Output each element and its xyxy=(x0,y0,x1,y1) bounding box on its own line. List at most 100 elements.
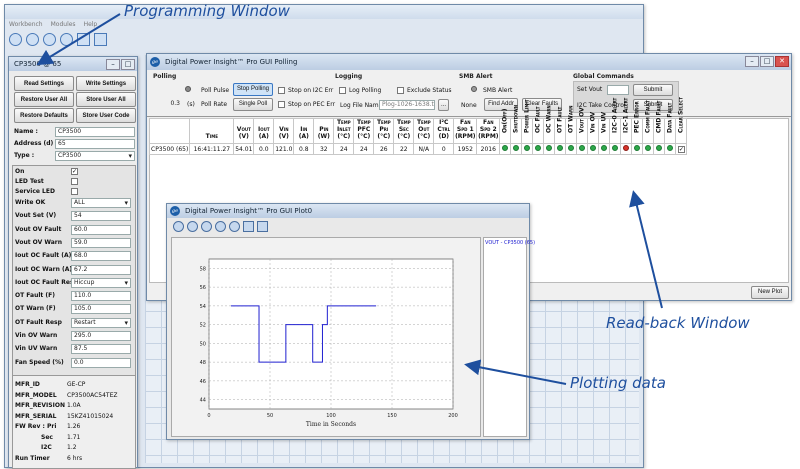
menu-help[interactable]: Help xyxy=(84,19,98,31)
field-11-input[interactable]: 87.5 xyxy=(71,344,131,355)
column-header-text: I²C xyxy=(439,119,449,126)
column-header: Iin (A) xyxy=(293,118,315,144)
maximize-button[interactable]: □ xyxy=(121,59,135,70)
clear-select-checkbox[interactable]: ✓ xyxy=(677,145,685,153)
field-4-input[interactable]: 68.0 xyxy=(71,251,131,262)
column-header-text: Fan xyxy=(460,119,471,126)
type-select[interactable]: CP3500 xyxy=(55,151,135,161)
status-column-text: Data Fault xyxy=(666,102,674,133)
status-column-text: I2C-1 Alert xyxy=(622,97,630,133)
mfr-value: 1.0A xyxy=(67,402,81,409)
plot-area xyxy=(208,258,454,410)
status-column-header: OC Warn xyxy=(543,105,556,144)
write-settings-button[interactable]: Write Settings xyxy=(76,76,136,91)
field-6-input[interactable]: Hiccup xyxy=(71,277,131,288)
workbench-titlebar xyxy=(5,5,643,19)
set-vout-field[interactable] xyxy=(607,85,629,95)
save-icon[interactable] xyxy=(257,221,268,232)
restore-defaults-button[interactable]: Restore Defaults xyxy=(14,108,74,123)
field-1-input[interactable]: 54 xyxy=(71,211,131,222)
column-header-text: (V) xyxy=(238,133,249,140)
restore-user-all-button[interactable]: Restore User All xyxy=(14,92,74,107)
column-header-text: Vin xyxy=(279,126,289,133)
column-header-text: Temp xyxy=(396,119,411,126)
poll-pulse-label: Poll Pulse xyxy=(201,87,230,94)
exclude-status-checkbox[interactable] xyxy=(397,87,404,94)
toolbar-settings-icon[interactable] xyxy=(60,33,73,46)
poll-interval-field[interactable]: 0.3 xyxy=(167,100,181,110)
store-user-all-button[interactable]: Store User All xyxy=(76,92,136,107)
readback-table: Time Vout (V) Iout (A) Vin (V) Iin (A) Pin (W) Temp… xyxy=(148,97,688,155)
plot-titlebar[interactable]: ge Digital Power Insight™ Pro GUI Plot0 xyxy=(167,204,529,218)
submit-vout-button[interactable]: Submit xyxy=(633,84,673,96)
field-7-input[interactable]: 110.0 xyxy=(71,291,131,302)
check-0-checkbox[interactable]: ✓ xyxy=(71,168,78,175)
x-axis-label: Time in Seconds xyxy=(306,421,356,428)
stop-polling-button[interactable]: Stop Polling xyxy=(233,83,273,96)
polling-close-button[interactable]: ✕ xyxy=(775,56,789,67)
home-icon[interactable] xyxy=(173,221,184,232)
smb-alert-label: SMB Alert xyxy=(483,87,513,94)
address-field[interactable]: 65 xyxy=(55,139,135,149)
polling-titlebar[interactable]: ge Digital Power Insight™ Pro GUI Polling… xyxy=(147,54,791,70)
status-column-text: OC Fault xyxy=(534,106,542,133)
menu-workbench[interactable]: Workbench xyxy=(9,19,43,31)
menu-modules[interactable]: Modules xyxy=(51,19,76,31)
field-9-input[interactable]: Restart xyxy=(71,317,131,328)
column-header-text: Sec xyxy=(398,126,409,133)
clear-select-cell[interactable]: ✓ xyxy=(675,143,688,155)
store-user-code-button[interactable]: Store User Code xyxy=(76,108,136,123)
status-column-text: PEC Error xyxy=(633,101,641,133)
field-label: OT Fault Resp xyxy=(15,318,62,326)
back-icon[interactable] xyxy=(187,221,198,232)
field-3-input[interactable]: 59.0 xyxy=(71,237,131,248)
name-field[interactable]: CP3500 xyxy=(55,127,135,137)
configure-icon[interactable] xyxy=(243,221,254,232)
log-file-field[interactable]: Plog-1026-1638.txt xyxy=(379,100,435,110)
mfr-value: 1.71 xyxy=(67,433,81,441)
column-header-text: PFC xyxy=(357,126,371,133)
status-led-icon xyxy=(623,145,630,151)
column-header-text: (A) xyxy=(298,133,309,140)
status-column-header: OC Fault xyxy=(532,106,545,144)
value-cell: 26 xyxy=(373,143,395,155)
zoom-icon[interactable] xyxy=(229,221,240,232)
stop-i2c-checkbox[interactable] xyxy=(278,87,285,94)
toolbar-connect-icon[interactable] xyxy=(26,33,39,46)
status-column-header: OT Fault xyxy=(554,107,567,144)
check-1-checkbox[interactable] xyxy=(71,178,78,185)
column-header-text: Out xyxy=(418,126,430,133)
y-tick-label: 52 xyxy=(200,323,206,329)
polling-separator xyxy=(147,116,791,117)
field-0-input[interactable]: ALL xyxy=(71,198,131,208)
smb-none-label: None xyxy=(461,102,477,109)
minimize-button[interactable]: – xyxy=(106,59,120,70)
toolbar-window-icon[interactable] xyxy=(77,33,90,46)
status-cell xyxy=(576,143,589,155)
field-5-input[interactable]: 67.2 xyxy=(71,264,131,275)
check-2-checkbox[interactable] xyxy=(71,188,78,195)
new-plot-button[interactable]: New Plot xyxy=(751,286,789,299)
read-settings-button[interactable]: Read Settings xyxy=(14,76,74,91)
field-8-input[interactable]: 105.0 xyxy=(71,304,131,315)
pan-icon[interactable] xyxy=(215,221,226,232)
polling-title: Digital Power Insight™ Pro GUI Polling xyxy=(165,58,298,66)
field-12-input[interactable]: 0.0 xyxy=(71,357,131,368)
field-2-input[interactable]: 60.0 xyxy=(71,224,131,235)
browse-button[interactable]: ... xyxy=(438,99,449,111)
logging-group-label: Logging xyxy=(335,73,363,80)
toolbar-refresh-icon[interactable] xyxy=(43,33,56,46)
field-label: Vin OV Warn xyxy=(15,332,58,339)
log-polling-checkbox[interactable] xyxy=(339,87,346,94)
polling-maximize-button[interactable]: □ xyxy=(760,56,774,67)
status-column-text: Vout OV xyxy=(578,107,586,133)
field-10-input[interactable]: 295.0 xyxy=(71,331,131,341)
forward-icon[interactable] xyxy=(201,221,212,232)
status-led-icon xyxy=(601,145,608,151)
single-poll-button[interactable]: Single Poll xyxy=(233,98,273,111)
toolbar-tile-icon[interactable] xyxy=(94,33,107,46)
programming-titlebar[interactable]: CP3500 @ 65 – □ xyxy=(9,57,137,71)
stop-pec-checkbox[interactable] xyxy=(278,101,285,108)
toolbar-open-icon[interactable] xyxy=(9,33,22,46)
polling-minimize-button[interactable]: – xyxy=(745,56,759,67)
